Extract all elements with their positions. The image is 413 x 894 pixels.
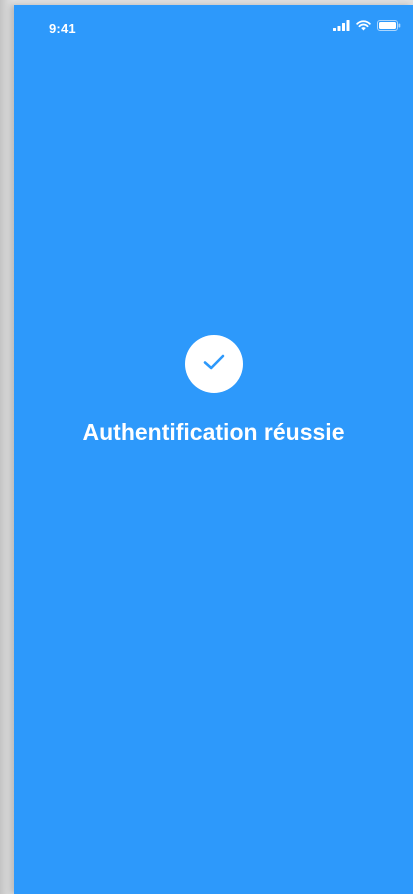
status-bar: 9:41 <box>14 5 413 49</box>
battery-icon <box>377 20 401 31</box>
success-badge <box>184 335 243 393</box>
device-frame: 9:41 Authentification réussie <box>0 0 413 894</box>
signal-icon <box>333 20 350 31</box>
auth-success-block: Authentification réussie <box>14 335 413 446</box>
status-time: 9:41 <box>49 21 76 36</box>
checkmark-icon <box>202 353 226 376</box>
app-screen: 9:41 Authentification réussie <box>14 5 413 894</box>
success-title: Authentification réussie <box>82 419 345 445</box>
status-icons <box>333 20 401 31</box>
wifi-icon <box>356 20 371 31</box>
